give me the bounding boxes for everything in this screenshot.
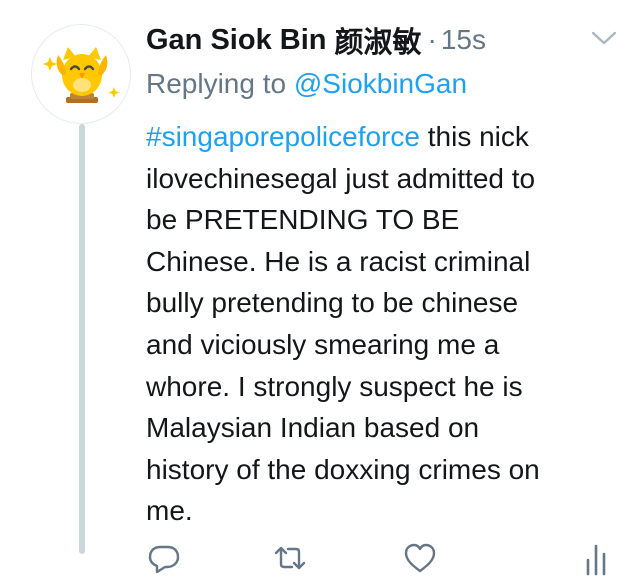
thread-connector-line — [79, 124, 85, 554]
heart-icon[interactable] — [402, 540, 438, 576]
analytics-icon[interactable] — [580, 540, 616, 576]
reply-mention-link[interactable]: @SiokbinGan — [294, 68, 467, 99]
timestamp[interactable]: 15s — [441, 24, 486, 56]
hashtag-link[interactable]: #singaporepoliceforce — [146, 121, 420, 152]
reply-icon[interactable] — [146, 540, 182, 576]
tweet-header: Gan Siok Bin 颜淑敏 · 15s — [146, 18, 620, 62]
author-name-cjk[interactable]: 颜淑敏 — [334, 19, 421, 61]
chevron-down-icon[interactable] — [590, 28, 618, 48]
avatar[interactable] — [31, 24, 131, 124]
tweet-actions — [146, 540, 616, 576]
replying-to: Replying to @SiokbinGan — [146, 64, 467, 104]
owl-avatar-icon — [43, 47, 120, 103]
tweet-body: this nick ilovechinesegal just admitted … — [146, 121, 540, 527]
author-name[interactable]: Gan Siok Bin — [146, 24, 326, 57]
tweet-text: #singaporepoliceforce this nick ilovechi… — [146, 116, 616, 532]
separator-dot: · — [427, 24, 437, 55]
replying-prefix: Replying to — [146, 68, 294, 99]
retweet-icon[interactable] — [272, 540, 308, 576]
